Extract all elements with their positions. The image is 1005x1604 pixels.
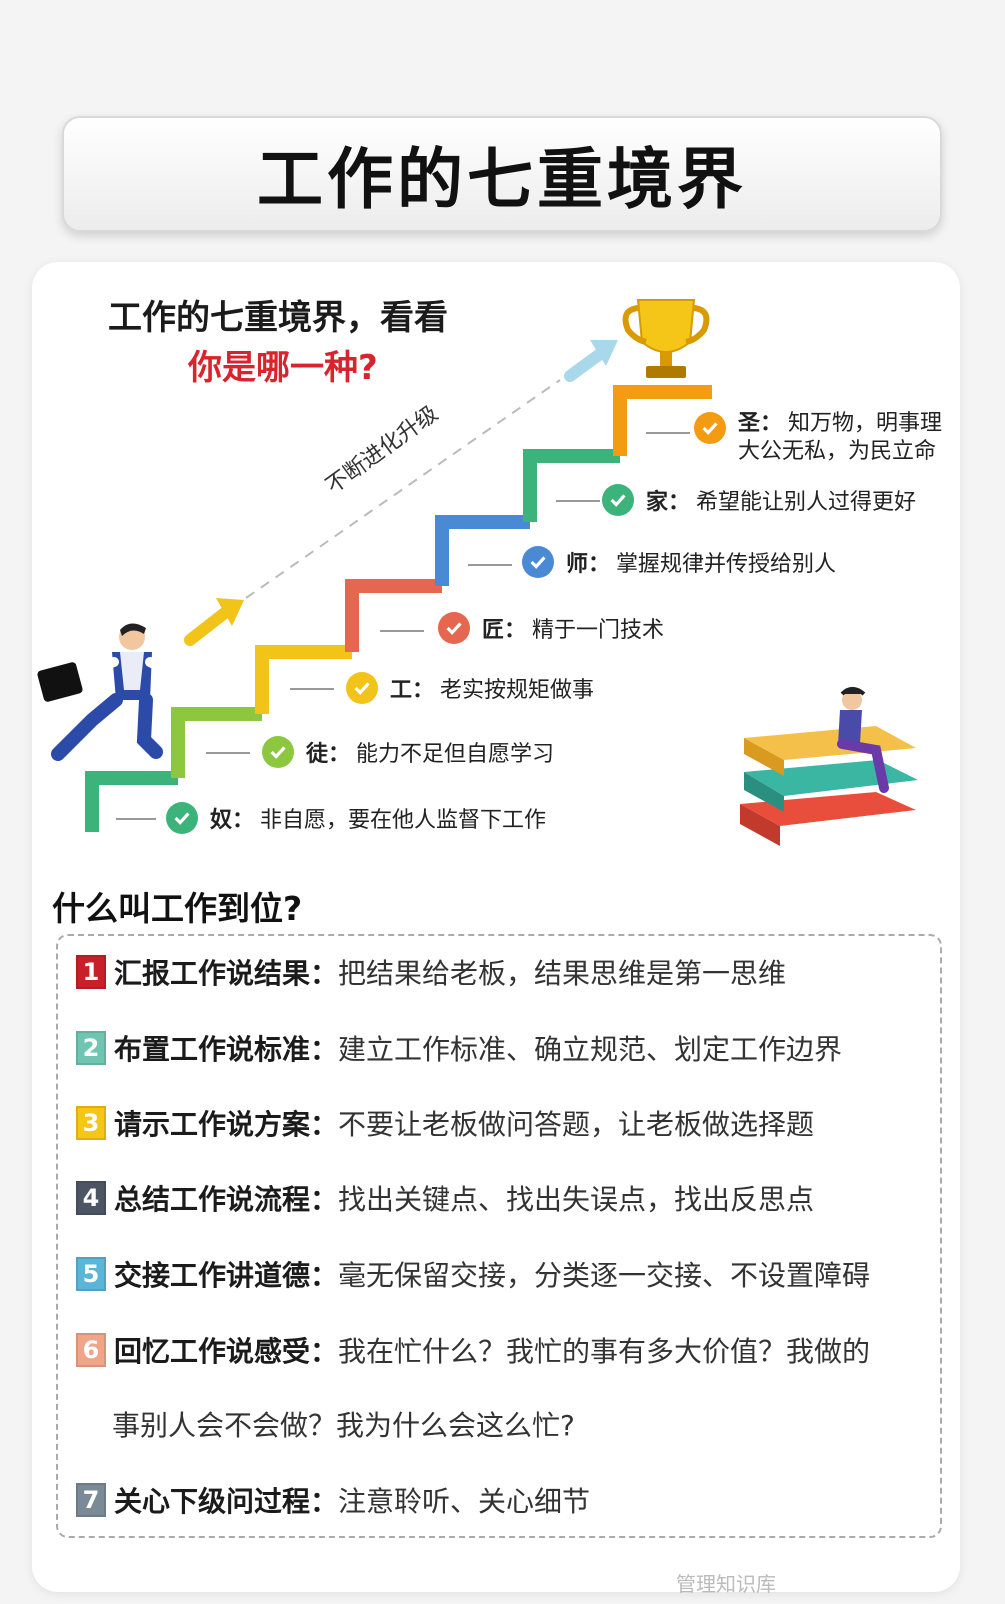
dash-1 [116, 818, 156, 820]
check-icon [346, 672, 378, 704]
stair-step-3 [255, 645, 352, 714]
level-6: 家： 希望能让别人过得更好 [602, 484, 916, 516]
stair-step-5 [435, 515, 530, 586]
arrow-blue-icon [564, 340, 618, 382]
dash-7 [646, 432, 690, 434]
check-icon [602, 484, 634, 516]
list-item-6: 6 回忆工作说感受： 我在忙什么？我忙的事有多大价值？我做的 [76, 1330, 870, 1370]
check-icon [438, 612, 470, 644]
check-icon [262, 736, 294, 768]
list-container [56, 934, 942, 1538]
level-3: 工： 老实按规矩做事 [346, 672, 594, 704]
dash-4 [380, 630, 424, 632]
watermark: 管理知识库 [676, 1572, 776, 1596]
arrow-yellow-icon [184, 598, 244, 646]
dash-5 [468, 564, 512, 566]
list-item-3: 3 请示工作说方案： 不要让老板做问答题，让老板做选择题 [76, 1103, 814, 1143]
list-item-4: 4 总结工作说流程： 找出关键点、找出失误点，找出反思点 [76, 1178, 814, 1218]
list-item-7: 7 关心下级问过程： 注意聆听、关心细节 [76, 1480, 590, 1520]
list-item-1: 1 汇报工作说结果： 把结果给老板，结果思维是第一思维 [76, 952, 786, 992]
list-item-5: 5 交接工作讲道德： 毫无保留交接，分类逐一交接、不设置障碍 [76, 1254, 870, 1294]
list-item-2: 2 布置工作说标准： 建立工作标准、确立规范、划定工作边界 [76, 1028, 842, 1068]
dash-2 [206, 752, 250, 754]
level-5: 师： 掌握规律并传授给别人 [522, 546, 836, 578]
dash-3 [290, 688, 334, 690]
stair-step-2 [171, 707, 262, 778]
level-4: 匠： 精于一门技术 [438, 612, 664, 644]
stair-step-4 [345, 579, 442, 652]
books-reader-icon [740, 687, 918, 846]
check-icon [694, 412, 726, 444]
running-man-icon [37, 623, 175, 761]
level-7: 圣： 知万物，明事理 大公无私，为民立命 [694, 410, 942, 466]
dash-6 [556, 500, 600, 502]
list-item-6-continuation: 事别人会不会做？我为什么会这么忙? [112, 1409, 575, 1442]
level-1: 奴： 非自愿，要在他人监督下工作 [166, 802, 546, 834]
level-2: 徒： 能力不足但自愿学习 [262, 736, 554, 768]
trophy-icon [622, 299, 710, 378]
section-title: 什么叫工作到位? [52, 889, 303, 928]
check-icon [166, 802, 198, 834]
check-icon [522, 546, 554, 578]
